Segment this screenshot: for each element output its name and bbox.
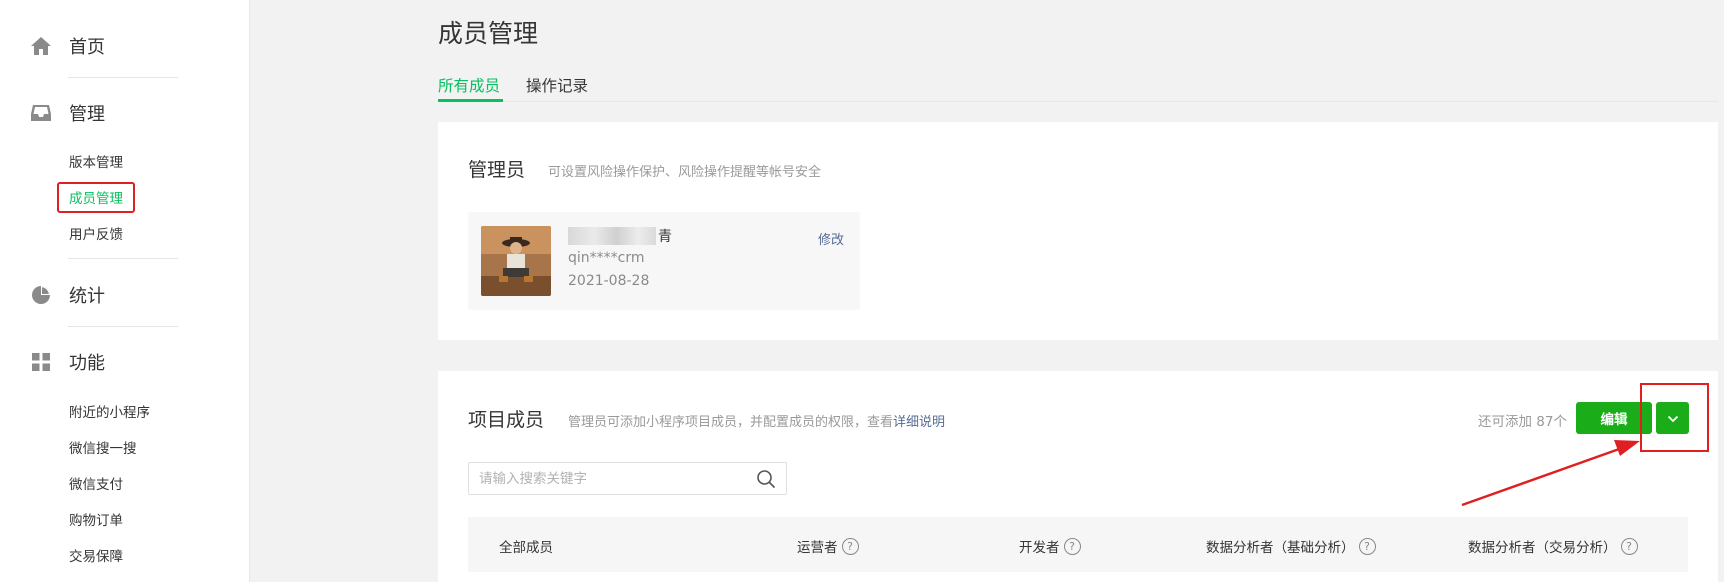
- nav-stats-label: 统计: [69, 286, 105, 307]
- grid-icon: [30, 351, 52, 373]
- member-search: [468, 462, 787, 495]
- highlight-box: [57, 182, 135, 213]
- sidebar-item-version[interactable]: 版本管理: [69, 151, 123, 171]
- sidebar: 首页 管理 版本管理 成员管理 用户反馈 统计 功能 附近的小程序 微信搜一搜 …: [0, 0, 250, 582]
- column-developer-label: 开发者: [1019, 540, 1060, 556]
- divider: [68, 77, 178, 78]
- sidebar-item-pay[interactable]: 微信支付: [69, 473, 123, 493]
- help-icon[interactable]: ?: [841, 537, 859, 555]
- tab-active-indicator: [438, 99, 503, 102]
- members-table-header: 全部成员 运营者? 开发者? 数据分析者（基础分析）? 数据分析者（交易分析）?: [468, 517, 1688, 572]
- page-title: 成员管理: [438, 19, 539, 48]
- column-all-members[interactable]: 全部成员: [499, 536, 553, 556]
- column-analyst-basic: 数据分析者（基础分析）?: [1206, 536, 1376, 556]
- admin-date: 2021-08-28: [568, 273, 650, 289]
- avatar: [481, 226, 551, 296]
- divider: [68, 326, 178, 327]
- sidebar-item-feedback[interactable]: 用户反馈: [69, 223, 123, 243]
- admin-section-desc: 可设置风险操作保护、风险操作提醒等帐号安全: [548, 165, 822, 180]
- help-icon[interactable]: ?: [1620, 537, 1638, 555]
- nav-features-label: 功能: [69, 353, 105, 374]
- members-desc-text: 管理员可添加小程序项目成员，并配置成员的权限，查看: [568, 415, 894, 430]
- nav-stats[interactable]: 统计: [30, 282, 105, 308]
- pie-chart-icon: [30, 284, 52, 306]
- column-operator-label: 运营者: [797, 540, 838, 556]
- details-link[interactable]: 详细说明: [893, 415, 945, 430]
- sidebar-item-guarantee[interactable]: 交易保障: [69, 545, 123, 565]
- members-section-title: 项目成员: [468, 409, 545, 431]
- home-icon: [30, 35, 52, 57]
- sidebar-item-nearby[interactable]: 附近的小程序: [69, 401, 150, 421]
- admin-name: 青: [568, 226, 672, 246]
- nav-manage[interactable]: 管理: [30, 100, 105, 126]
- nav-manage-label: 管理: [69, 104, 105, 125]
- remaining-count: 还可添加 87个: [1478, 414, 1567, 430]
- column-developer: 开发者?: [1019, 536, 1081, 556]
- admin-edit-link[interactable]: 修改: [818, 229, 844, 248]
- search-icon[interactable]: [756, 469, 776, 493]
- admin-section-title: 管理员: [468, 159, 526, 181]
- nav-home[interactable]: 首页: [30, 33, 105, 59]
- admin-account: qin****crm: [568, 250, 645, 266]
- tab-operation-log[interactable]: 操作记录: [526, 74, 588, 96]
- tab-bar: 所有成员 操作记录: [438, 70, 1718, 102]
- divider: [68, 258, 178, 259]
- admin-info: 青 qin****crm 2021-08-28 修改: [468, 212, 860, 310]
- admin-card: 管理员 可设置风险操作保护、风险操作提醒等帐号安全 青 qin****crm 2…: [438, 122, 1718, 340]
- nav-home-label: 首页: [69, 37, 105, 58]
- admin-name-suffix: 青: [658, 229, 672, 245]
- search-input[interactable]: [479, 463, 749, 494]
- inbox-icon: [30, 102, 52, 124]
- column-analyst-trade-label: 数据分析者（交易分析）: [1468, 540, 1617, 556]
- help-icon[interactable]: ?: [1063, 537, 1081, 555]
- column-analyst-trade: 数据分析者（交易分析）?: [1468, 536, 1638, 556]
- sidebar-item-search[interactable]: 微信搜一搜: [69, 437, 137, 457]
- column-operator: 运营者?: [797, 536, 859, 556]
- blurred-name: [568, 227, 656, 245]
- sidebar-item-orders[interactable]: 购物订单: [69, 509, 123, 529]
- highlight-box: [1640, 383, 1709, 452]
- members-section-desc: 管理员可添加小程序项目成员，并配置成员的权限，查看详细说明: [568, 411, 945, 430]
- members-card: 项目成员 管理员可添加小程序项目成员，并配置成员的权限，查看详细说明 还可添加 …: [438, 371, 1718, 582]
- tab-all-members[interactable]: 所有成员: [438, 74, 500, 96]
- help-icon[interactable]: ?: [1358, 537, 1376, 555]
- nav-features[interactable]: 功能: [30, 349, 105, 375]
- column-analyst-basic-label: 数据分析者（基础分析）: [1206, 540, 1355, 556]
